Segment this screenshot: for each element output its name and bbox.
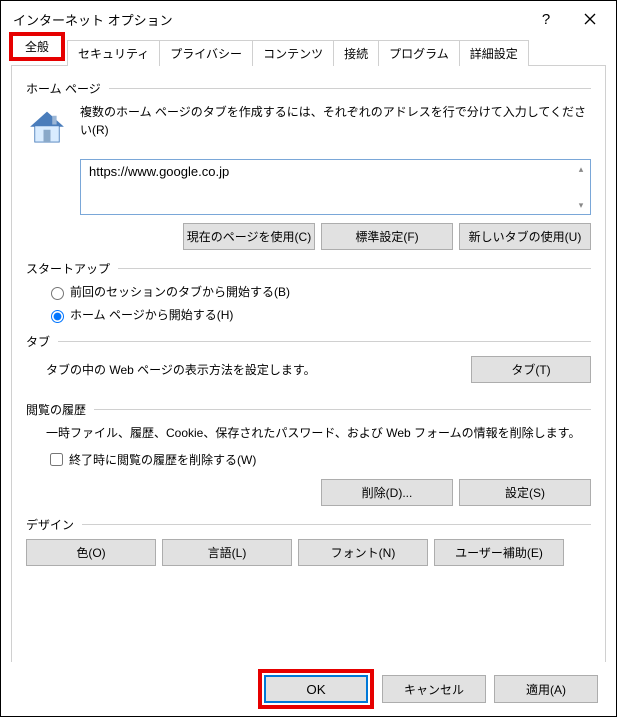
dialog-footer: OK キャンセル 適用(A) xyxy=(1,662,616,716)
homepage-url-input[interactable]: https://www.google.co.jp ▴ ▾ xyxy=(80,159,591,215)
group-history-label: 閲覧の履歴 xyxy=(26,401,86,418)
tab-content[interactable]: コンテンツ xyxy=(252,40,334,66)
titlebar: インターネット オプション ? xyxy=(1,1,616,37)
use-current-button[interactable]: 現在のページを使用(C) xyxy=(183,223,315,250)
delete-on-exit-checkbox[interactable]: 終了時に閲覧の履歴を削除する(W) xyxy=(46,450,591,469)
scroll-up-icon[interactable]: ▴ xyxy=(574,162,588,176)
help-button[interactable]: ? xyxy=(524,4,568,34)
tab-general[interactable]: 全般 xyxy=(9,32,65,61)
radio-homepage-label: ホーム ページから開始する(H) xyxy=(70,306,233,323)
homepage-desc: 複数のホーム ページのタブを作成するには、それぞれのアドレスを行で分けて入力して… xyxy=(80,103,591,149)
history-desc: 一時ファイル、履歴、Cookie、保存されたパスワード、および Web フォーム… xyxy=(46,424,591,442)
radio-homepage[interactable]: ホーム ページから開始する(H) xyxy=(46,306,591,323)
delete-on-exit-label: 終了時に閲覧の履歴を削除する(W) xyxy=(69,451,256,468)
group-tabs: タブ タブの中の Web ページの表示方法を設定します。 タブ(T) xyxy=(26,333,591,383)
use-newtab-button[interactable]: 新しいタブの使用(U) xyxy=(459,223,591,250)
divider xyxy=(109,88,591,89)
close-button[interactable] xyxy=(568,4,612,34)
accessibility-button[interactable]: ユーザー補助(E) xyxy=(434,539,564,566)
tab-security[interactable]: セキュリティ xyxy=(67,40,160,66)
divider xyxy=(58,341,591,342)
tabs-desc: タブの中の Web ページの表示方法を設定します。 xyxy=(46,361,316,378)
close-icon xyxy=(584,13,596,25)
group-homepage: ホーム ページ 複数のホーム ページのタブを作成するには、それぞれのアドレスを行… xyxy=(26,80,591,250)
tab-advanced[interactable]: 詳細設定 xyxy=(459,40,529,66)
group-homepage-label: ホーム ページ xyxy=(26,80,101,97)
divider xyxy=(82,524,591,525)
colors-button[interactable]: 色(O) xyxy=(26,539,156,566)
homepage-url-text: https://www.google.co.jp xyxy=(89,164,229,179)
languages-button[interactable]: 言語(L) xyxy=(162,539,292,566)
tab-programs[interactable]: プログラム xyxy=(378,40,460,66)
group-startup-label: スタートアップ xyxy=(26,260,110,277)
use-default-button[interactable]: 標準設定(F) xyxy=(321,223,453,250)
divider xyxy=(94,409,591,410)
radio-last-session-input[interactable] xyxy=(51,287,64,300)
tabs-settings-button[interactable]: タブ(T) xyxy=(471,356,591,383)
radio-last-session-label: 前回のセッションのタブから開始する(B) xyxy=(70,283,290,300)
tab-body: ホーム ページ 複数のホーム ページのタブを作成するには、それぞれのアドレスを行… xyxy=(11,65,606,670)
tab-strip: 全般 セキュリティ プライバシー コンテンツ 接続 プログラム 詳細設定 xyxy=(11,39,606,65)
fonts-button[interactable]: フォント(N) xyxy=(298,539,428,566)
delete-on-exit-input[interactable] xyxy=(50,453,63,466)
apply-button[interactable]: 適用(A) xyxy=(494,675,598,703)
delete-history-button[interactable]: 削除(D)... xyxy=(321,479,453,506)
tab-privacy[interactable]: プライバシー xyxy=(159,40,253,66)
window-title: インターネット オプション xyxy=(13,10,524,29)
group-history: 閲覧の履歴 一時ファイル、履歴、Cookie、保存されたパスワード、および We… xyxy=(26,401,591,506)
dialog-window: インターネット オプション ? 全般 セキュリティ プライバシー コンテンツ 接… xyxy=(0,0,617,717)
history-settings-button[interactable]: 設定(S) xyxy=(459,479,591,506)
radio-last-session[interactable]: 前回のセッションのタブから開始する(B) xyxy=(46,283,591,300)
group-tabs-label: タブ xyxy=(26,333,50,350)
scroll-down-icon[interactable]: ▾ xyxy=(574,198,588,212)
ok-highlight: OK xyxy=(258,669,374,709)
group-design-label: デザイン xyxy=(26,516,74,533)
group-design: デザイン 色(O) 言語(L) フォント(N) ユーザー補助(E) xyxy=(26,516,591,566)
tab-connections[interactable]: 接続 xyxy=(333,40,379,66)
ok-button[interactable]: OK xyxy=(264,675,368,703)
group-startup: スタートアップ 前回のセッションのタブから開始する(B) ホーム ページから開始… xyxy=(26,260,591,323)
cancel-button[interactable]: キャンセル xyxy=(382,675,486,703)
divider xyxy=(118,268,591,269)
radio-homepage-input[interactable] xyxy=(51,310,64,323)
home-icon xyxy=(26,107,68,149)
